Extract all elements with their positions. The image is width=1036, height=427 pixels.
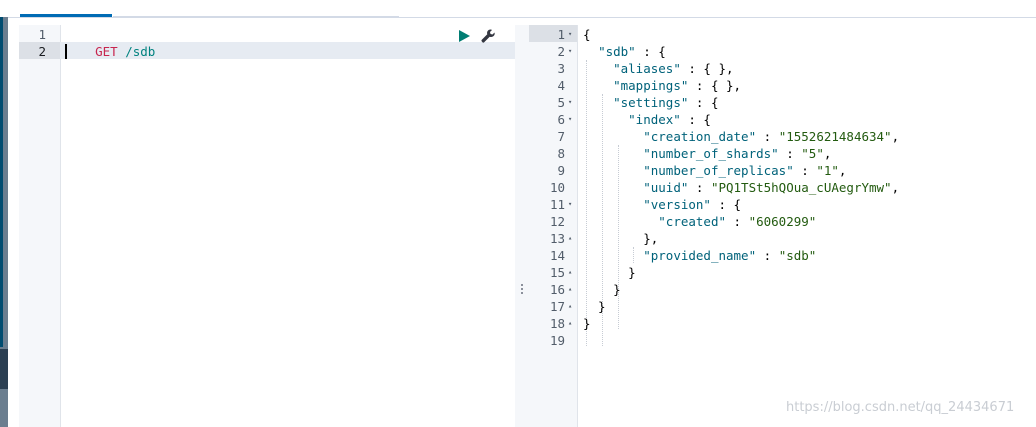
- watermark: https://blog.csdn.net/qq_24434671: [786, 400, 1015, 415]
- top-tab-bar: [0, 0, 1036, 18]
- fold-toggle-icon[interactable]: ▾: [568, 94, 576, 111]
- response-line: "settings" : {: [613, 95, 719, 110]
- response-line: "aliases" : { },: [613, 61, 734, 76]
- response-line: "number_of_shards" : "5",: [643, 146, 832, 161]
- line-number: 8: [557, 146, 565, 161]
- fold-toggle-icon[interactable]: [568, 247, 576, 264]
- line-number: 6: [557, 112, 565, 127]
- fold-toggle-icon[interactable]: ▴: [568, 281, 576, 298]
- fold-toggle-icon[interactable]: ▾: [568, 43, 576, 60]
- line-number: 5: [557, 95, 565, 110]
- fold-toggle-icon[interactable]: ▾: [568, 196, 576, 213]
- resize-handle-icon[interactable]: [520, 284, 524, 298]
- pane-divider[interactable]: [515, 25, 529, 427]
- fold-toggle-icon[interactable]: ▴: [568, 315, 576, 332]
- line-number: 16: [549, 282, 565, 297]
- request-editor[interactable]: 1 2 GET /sdb: [19, 25, 515, 427]
- line-number: 11: [549, 197, 565, 212]
- response-line: "number_of_replicas" : "1",: [643, 163, 847, 178]
- line-number: 13: [549, 231, 565, 246]
- fold-toggle-icon[interactable]: [568, 60, 576, 77]
- line-number: 18: [549, 316, 565, 331]
- line-number: 4: [557, 78, 565, 93]
- nav-strip-highlight: [0, 17, 3, 347]
- fold-toggle-icon[interactable]: [568, 145, 576, 162]
- response-line: "uuid" : "PQ1TSt5hQOua_cUAegrYmw",: [643, 180, 900, 195]
- response-line: "created" : "6060299": [658, 214, 817, 229]
- line-number: 9: [557, 163, 565, 178]
- line-number: 10: [549, 180, 565, 195]
- line-number: 15: [549, 265, 565, 280]
- fold-toggle-icon[interactable]: [568, 77, 576, 94]
- line-number: 7: [557, 129, 565, 144]
- fold-toggle-icon[interactable]: [568, 162, 576, 179]
- response-line: "provided_name" : "sdb": [643, 248, 817, 263]
- line-number: 1: [38, 27, 46, 42]
- text-cursor: [65, 44, 67, 59]
- line-number: 2: [38, 44, 46, 59]
- fold-toggle-icon[interactable]: [568, 332, 576, 349]
- line-number: 1: [557, 27, 565, 42]
- response-line: "creation_date" : "1552621484634",: [643, 129, 900, 144]
- fold-toggle-icon[interactable]: ▴: [568, 298, 576, 315]
- line-number: 17: [549, 299, 565, 314]
- response-line: "index" : {: [628, 112, 711, 127]
- response-line: }: [583, 265, 636, 280]
- fold-toggle-icon[interactable]: [568, 213, 576, 230]
- fold-toggle-icon[interactable]: ▾: [568, 26, 576, 43]
- nav-strip-marker: [0, 349, 8, 389]
- line-number: 19: [549, 333, 565, 348]
- fold-toggle-icon[interactable]: ▴: [568, 230, 576, 247]
- request-gutter: [19, 25, 61, 427]
- response-line: "sdb" : {: [598, 44, 666, 59]
- http-method: GET: [95, 44, 118, 59]
- response-line: }: [583, 282, 621, 297]
- line-number: 12: [549, 214, 565, 229]
- tab-divider: [113, 16, 399, 17]
- response-line: }: [583, 316, 591, 331]
- fold-toggle-icon[interactable]: [568, 128, 576, 145]
- response-line: "mappings" : { },: [613, 78, 742, 93]
- response-line: },: [583, 231, 659, 246]
- response-line: }: [583, 299, 606, 314]
- fold-toggle-icon[interactable]: ▴: [568, 264, 576, 281]
- request-line[interactable]: GET /sdb: [65, 26, 155, 59]
- fold-toggle-icon[interactable]: [568, 179, 576, 196]
- line-number: 2: [557, 44, 565, 59]
- response-line: {: [583, 27, 591, 42]
- line-number: 14: [549, 248, 565, 263]
- line-number: 3: [557, 61, 565, 76]
- response-line: "version" : {: [643, 197, 742, 212]
- response-viewer[interactable]: 1 ▾{2 ▾ "sdb" : {3 "aliases" : { }, 4 "mapp…: [529, 25, 1036, 427]
- play-icon[interactable]: [457, 29, 471, 43]
- request-url: /sdb: [125, 44, 156, 59]
- wrench-icon[interactable]: [480, 28, 496, 44]
- left-nav-strip: [0, 17, 8, 427]
- fold-toggle-icon[interactable]: ▾: [568, 111, 576, 128]
- active-tab-indicator[interactable]: [20, 14, 112, 17]
